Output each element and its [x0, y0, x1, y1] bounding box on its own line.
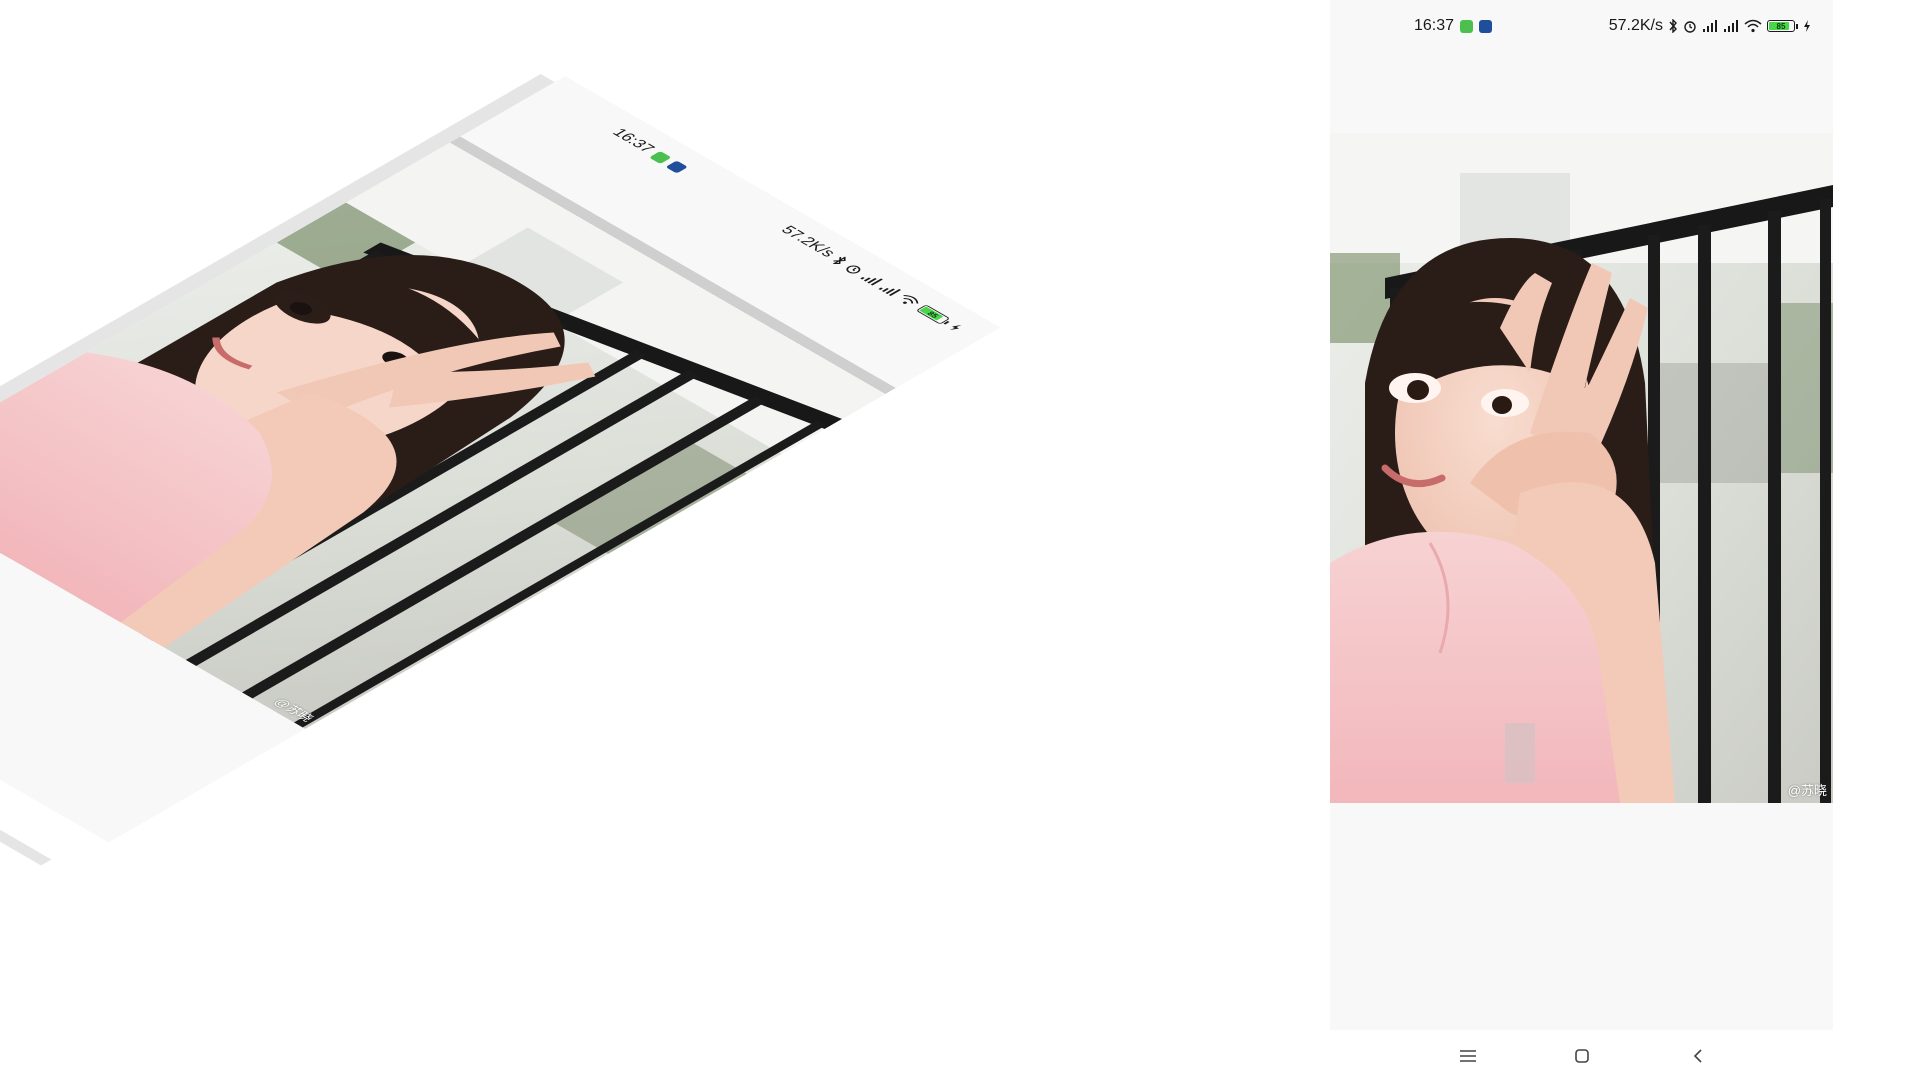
watermark: @苏晓	[1787, 783, 1827, 798]
battery-icon: 85	[915, 304, 951, 325]
photo-image	[1330, 133, 1833, 803]
wifi-icon	[895, 293, 923, 309]
battery-tip	[1796, 23, 1798, 29]
phone-screen-tilted: 16:37 57.2K/s 85 @苏晓	[0, 76, 1001, 868]
hd-signal-icon	[1702, 19, 1718, 33]
status-time: 16:37	[1414, 17, 1455, 34]
navigation-bar	[0, 591, 109, 868]
network-speed: 57.2K/s	[776, 223, 839, 260]
charging-icon	[1803, 19, 1811, 33]
wifi-icon	[1744, 19, 1762, 33]
navigation-bar	[1330, 1030, 1833, 1080]
alarm-icon	[1683, 19, 1697, 33]
status-time: 16:37	[608, 126, 658, 156]
notification-app-icon	[1479, 19, 1493, 33]
hd-signal-icon	[877, 282, 903, 297]
phone-screen: 16:37 57.2K/s 85 @苏晓	[1330, 0, 1833, 1080]
canvas: 16:37 57.2K/s 85 @苏晓 16:37 57.2K/s 85 @苏…	[0, 0, 1920, 1080]
bluetooth-icon	[1668, 19, 1678, 33]
charging-icon	[946, 322, 965, 333]
notification-app-icon	[649, 150, 672, 164]
notification-app-icon	[665, 160, 689, 174]
network-speed: 57.2K/s	[1608, 17, 1663, 34]
home-icon[interactable]	[1570, 1044, 1594, 1068]
menu-icon[interactable]	[1456, 1044, 1480, 1068]
hd-signal-icon	[1723, 19, 1739, 33]
battery-icon: 85	[1767, 20, 1795, 32]
status-bar: 16:37 57.2K/s 85	[1330, 0, 1833, 56]
bluetooth-icon	[829, 255, 850, 267]
notification-app-icon	[1460, 19, 1474, 33]
alarm-icon	[842, 262, 866, 276]
battery-level: 85	[1776, 21, 1786, 31]
hd-signal-icon	[859, 272, 885, 287]
back-icon[interactable]	[1686, 1044, 1710, 1068]
photo-view[interactable]: @苏晓	[1330, 133, 1833, 803]
